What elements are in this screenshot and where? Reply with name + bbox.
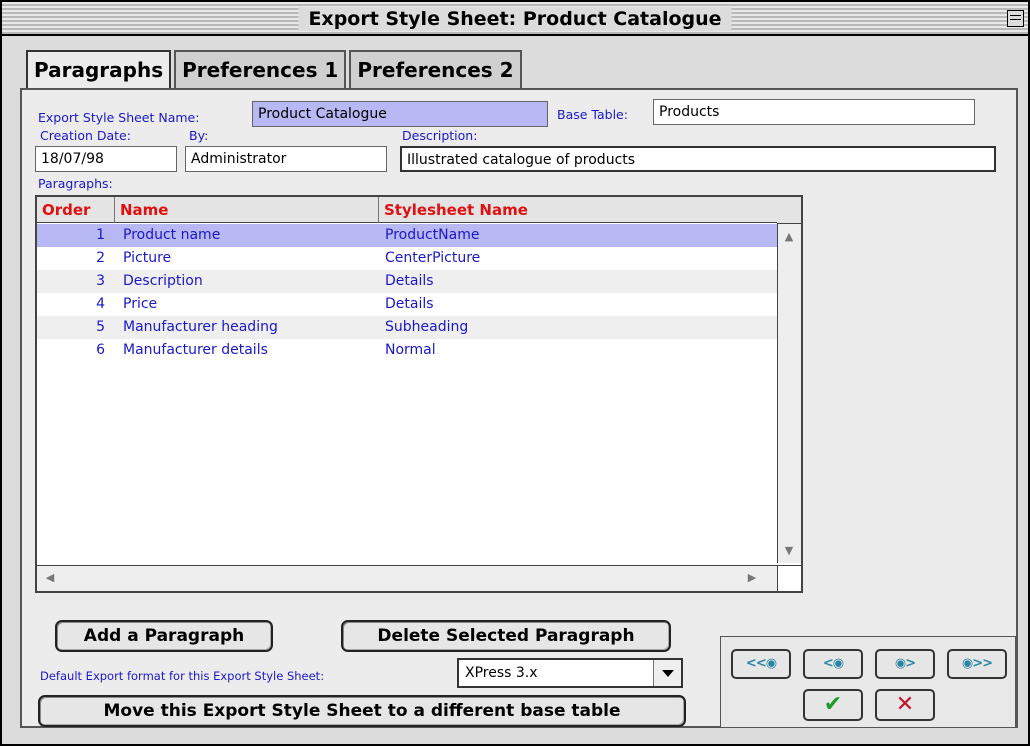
zoom-box-icon[interactable] — [1007, 10, 1024, 27]
creation-date-label: Creation Date: — [40, 128, 131, 143]
export-format-label: Default Export format for this Export St… — [40, 669, 325, 683]
table-row[interactable]: 5 Manufacturer heading Subheading — [37, 316, 777, 339]
scroll-left-arrow-icon[interactable]: ◀ — [39, 571, 61, 584]
cell-order: 2 — [96, 250, 105, 266]
ess-name-label: Export Style Sheet Name: — [38, 110, 200, 125]
tab-preferences-1[interactable]: Preferences 1 — [174, 50, 347, 90]
cell-order: 4 — [96, 296, 105, 312]
checkmark-icon: ✔ — [823, 692, 843, 717]
paragraphs-table: Order Name Stylesheet Name 1 Product nam… — [35, 195, 803, 593]
previous-record-button[interactable]: <◉ — [803, 649, 863, 679]
cell-name: Price — [123, 296, 158, 312]
next-record-button[interactable]: ◉> — [875, 649, 935, 679]
x-icon: ✕ — [895, 692, 915, 717]
cell-name: Manufacturer details — [123, 342, 268, 358]
scroll-down-arrow-icon[interactable]: ▼ — [778, 544, 800, 557]
cell-order: 5 — [96, 319, 105, 335]
cell-stylesheet: Subheading — [385, 319, 469, 335]
last-record-button[interactable]: ◉>> — [947, 649, 1007, 679]
cancel-button[interactable]: ✕ — [875, 689, 935, 721]
description-label: Description: — [402, 128, 478, 143]
export-format-select[interactable]: XPress 3.x — [457, 658, 683, 688]
export-format-value: XPress 3.x — [465, 665, 538, 681]
horizontal-scrollbar[interactable]: ◀ ▶ — [37, 565, 777, 591]
cell-name: Product name — [123, 227, 221, 243]
cell-order: 1 — [96, 227, 105, 243]
scroll-right-arrow-icon[interactable]: ▶ — [741, 571, 763, 584]
base-table-field[interactable]: Products — [653, 99, 975, 125]
cell-stylesheet: CenterPicture — [385, 250, 481, 266]
paragraphs-label: Paragraphs: — [38, 176, 113, 191]
cell-stylesheet: ProductName — [385, 227, 480, 243]
cell-order: 3 — [96, 273, 105, 289]
table-header: Order Name Stylesheet Name — [37, 197, 777, 223]
column-header-stylesheet[interactable]: Stylesheet Name — [379, 197, 777, 223]
cell-name: Picture — [123, 250, 172, 266]
cell-stylesheet: Normal — [385, 342, 436, 358]
chevron-down-icon[interactable] — [653, 660, 681, 686]
tab-strip: Paragraphs Preferences 1 Preferences 2 — [26, 50, 525, 92]
scroll-up-arrow-icon[interactable]: ▲ — [778, 230, 800, 243]
ok-button[interactable]: ✔ — [803, 689, 863, 721]
tab-preferences-2[interactable]: Preferences 2 — [349, 50, 522, 90]
title-bar[interactable]: Export Style Sheet: Product Catalogue — [2, 2, 1028, 36]
table-row[interactable]: 6 Manufacturer details Normal — [37, 339, 777, 362]
cell-stylesheet: Details — [385, 273, 434, 289]
base-table-label: Base Table: — [557, 107, 628, 122]
first-record-button[interactable]: <<◉ — [731, 649, 791, 679]
move-to-base-table-button[interactable]: Move this Export Style Sheet to a differ… — [38, 695, 686, 727]
add-paragraph-button[interactable]: Add a Paragraph — [55, 620, 273, 652]
table-row[interactable]: 3 Description Details — [37, 270, 777, 293]
record-navigation-box: <<◉ <◉ ◉> ◉>> ✔ ✕ — [720, 636, 1016, 728]
scroll-corner — [777, 565, 801, 591]
header-corner — [777, 197, 801, 224]
tab-paragraphs[interactable]: Paragraphs — [26, 50, 172, 92]
table-row[interactable]: 2 Picture CenterPicture — [37, 247, 777, 270]
window-title: Export Style Sheet: Product Catalogue — [298, 7, 732, 31]
cell-name: Description — [123, 273, 203, 289]
cell-order: 6 — [96, 342, 105, 358]
column-header-order[interactable]: Order — [37, 197, 115, 223]
column-header-name[interactable]: Name — [115, 197, 379, 223]
table-rows: 1 Product name ProductName 2 Picture Cen… — [37, 224, 777, 362]
cell-stylesheet: Details — [385, 296, 434, 312]
table-row[interactable]: 1 Product name ProductName — [37, 224, 777, 247]
creation-date-field[interactable]: 18/07/98 — [35, 146, 177, 172]
cell-name: Manufacturer heading — [123, 319, 278, 335]
by-field[interactable]: Administrator — [185, 146, 387, 172]
vertical-scrollbar[interactable]: ▲ ▼ — [777, 197, 801, 563]
description-field[interactable]: Illustrated catalogue of products — [400, 146, 996, 172]
export-style-sheet-window: Export Style Sheet: Product Catalogue Pa… — [0, 0, 1030, 746]
delete-paragraph-button[interactable]: Delete Selected Paragraph — [341, 620, 671, 652]
ess-name-field[interactable]: Product Catalogue — [252, 101, 548, 127]
table-row[interactable]: 4 Price Details — [37, 293, 777, 316]
by-label: By: — [189, 128, 209, 143]
